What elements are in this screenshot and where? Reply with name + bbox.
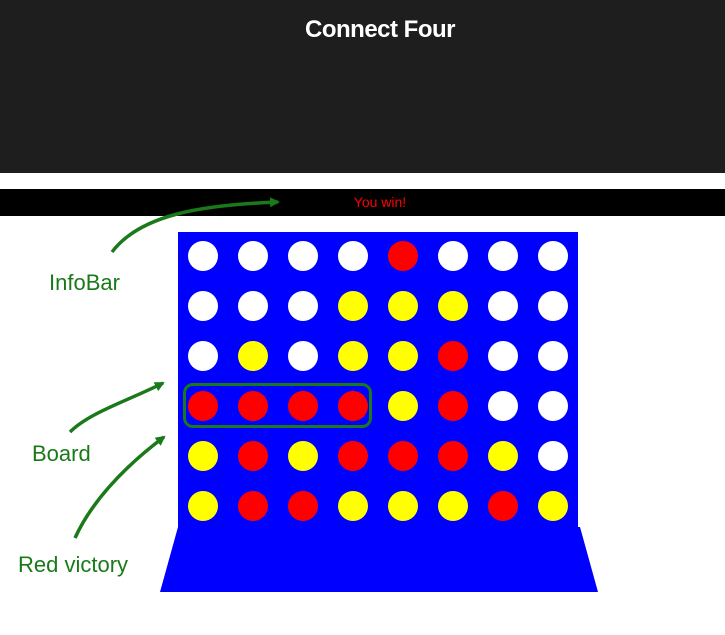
- board-cell-r3-c1[interactable]: [188, 341, 218, 371]
- header: Connect Four: [0, 0, 725, 173]
- board-cell-r5-c5[interactable]: [388, 441, 418, 471]
- board-cell-r6-c3[interactable]: [288, 491, 318, 521]
- board-cell-r2-c3[interactable]: [288, 291, 318, 321]
- board-cell-r3-c2[interactable]: [238, 341, 268, 371]
- board-cell-r3-c3[interactable]: [288, 341, 318, 371]
- board-cell-r5-c3[interactable]: [288, 441, 318, 471]
- infobar-annotation-label: InfoBar: [49, 270, 120, 295]
- board-stand: [160, 527, 598, 592]
- board-cell-r5-c1[interactable]: [188, 441, 218, 471]
- board-arrow: [68, 381, 165, 434]
- board-cell-r5-c6[interactable]: [438, 441, 468, 471]
- board-cell-r3-c7[interactable]: [488, 341, 518, 371]
- board-cell-r6-c5[interactable]: [388, 491, 418, 521]
- board-cell-r5-c4[interactable]: [338, 441, 368, 471]
- status-message: You win!: [353, 194, 407, 210]
- board-cell-r5-c2[interactable]: [238, 441, 268, 471]
- board-cell-r2-c4[interactable]: [338, 291, 368, 321]
- board-cell-r1-c2[interactable]: [238, 241, 268, 271]
- board-cell-r3-c4[interactable]: [338, 341, 368, 371]
- board-cell-r6-c7[interactable]: [488, 491, 518, 521]
- board-cell-r6-c6[interactable]: [438, 491, 468, 521]
- board-cell-r2-c2[interactable]: [238, 291, 268, 321]
- board-cell-r1-c3[interactable]: [288, 241, 318, 271]
- board-cell-r3-c5[interactable]: [388, 341, 418, 371]
- board-cell-r3-c6[interactable]: [438, 341, 468, 371]
- board-cell-r6-c2[interactable]: [238, 491, 268, 521]
- board-cell-r4-c5[interactable]: [388, 391, 418, 421]
- victory-annotation-label: Red victory: [18, 552, 129, 577]
- board-cell-r1-c7[interactable]: [488, 241, 518, 271]
- board-cell-r1-c6[interactable]: [438, 241, 468, 271]
- board-cell-r6-c1[interactable]: [188, 491, 218, 521]
- board-cell-r2-c5[interactable]: [388, 291, 418, 321]
- board-cell-r2-c1[interactable]: [188, 291, 218, 321]
- red-victory-highlight: [183, 383, 372, 428]
- board-cell-r1-c4[interactable]: [338, 241, 368, 271]
- board-cell-r2-c6[interactable]: [438, 291, 468, 321]
- board-cell-r5-c7[interactable]: [488, 441, 518, 471]
- board-cell-r1-c5[interactable]: [388, 241, 418, 271]
- page-title: Connect Four: [305, 16, 456, 43]
- board-cell-r1-c8[interactable]: [538, 241, 568, 271]
- game-board: [178, 232, 578, 532]
- board-cell-r4-c7[interactable]: [488, 391, 518, 421]
- board-cell-r5-c8[interactable]: [538, 441, 568, 471]
- board-cell-r6-c8[interactable]: [538, 491, 568, 521]
- board-cell-r3-c8[interactable]: [538, 341, 568, 371]
- board-annotation-label: Board: [32, 441, 91, 466]
- board-cell-r4-c8[interactable]: [538, 391, 568, 421]
- info-bar: You win!: [0, 189, 725, 216]
- board-cell-r4-c6[interactable]: [438, 391, 468, 421]
- board-cell-r2-c7[interactable]: [488, 291, 518, 321]
- board-cell-r2-c8[interactable]: [538, 291, 568, 321]
- board-cell-r1-c1[interactable]: [188, 241, 218, 271]
- board-cell-r6-c4[interactable]: [338, 491, 368, 521]
